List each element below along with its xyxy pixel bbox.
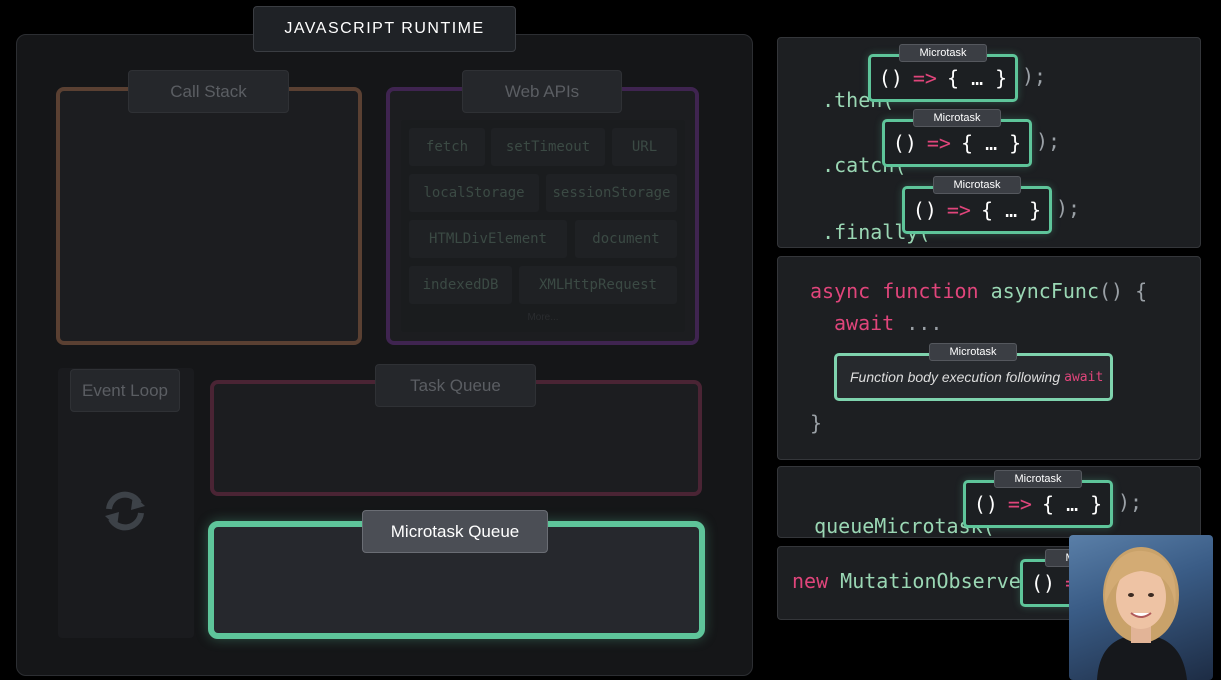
await-keyword: await [834,311,895,335]
web-api-item: sessionStorage [546,174,677,212]
callback-params: () [912,198,937,222]
callback-params: () [878,66,903,90]
microtask-queue-title: Microtask Queue [362,510,548,553]
event-loop-title: Event Loop [70,369,180,412]
callback-body: { … } [960,131,1022,155]
runtime-title: JAVASCRIPT RUNTIME [253,6,516,52]
arrow-token: => [912,66,937,90]
web-api-item: indexedDB [409,266,512,304]
mutation-observer-line: new MutationObserver( [792,569,1045,593]
web-api-item: localStorage [409,174,539,212]
microtask-label: Microtask [913,109,1001,127]
await-ellipsis: ... [906,311,943,335]
web-api-item: HTMLDivElement [409,220,567,258]
function-name: asyncFunc [990,279,1100,303]
new-keyword: new [792,569,829,593]
closing-paren: ); [1036,129,1061,153]
callback-params: () [892,131,917,155]
closing-paren: ); [1118,490,1143,514]
web-api-item: document [575,220,677,258]
microtask-label: Microtask [994,470,1082,488]
arrow-token: => [926,131,951,155]
presenter-image [1097,547,1187,680]
function-params: () { [1099,279,1148,303]
refresh-loop-icon [105,491,145,531]
closing-paren: ); [1056,196,1081,220]
web-apis-title: Web APIs [462,70,622,113]
microtask-label: Microtask [933,176,1021,194]
microtask-label: Microtask [929,343,1017,361]
async-signature: async function asyncFunc() { [810,279,1147,303]
function-body-text: Function body execution following [850,369,1061,385]
function-body-await: await [1064,369,1104,385]
microtask-label: Microtask [899,44,987,62]
web-api-item: URL [612,128,677,166]
web-api-item: setTimeout [491,128,605,166]
task-queue-title: Task Queue [375,364,536,407]
presenter-webcam [1069,535,1213,680]
closing-paren: ); [1022,64,1047,88]
arrow-token: => [946,198,971,222]
web-api-item: fetch [409,128,485,166]
call-stack-title: Call Stack [128,70,289,113]
callback-body: { … } [946,66,1008,90]
closing-brace: } [810,411,823,435]
function-keyword: function [882,279,979,303]
async-keyword: async [810,279,871,303]
callback-body: { … } [980,198,1042,222]
web-apis-more-label: More... [527,312,559,323]
callback-params: () [1031,571,1056,595]
call-stack-panel [56,87,362,345]
web-api-item: XMLHttpRequest [519,266,677,304]
callback-body: { … } [1041,492,1103,516]
mutation-observer-name: MutationObserver( [840,569,1045,593]
callback-params: () [973,492,998,516]
arrow-token: => [1007,492,1032,516]
await-line: await ... [834,311,942,335]
